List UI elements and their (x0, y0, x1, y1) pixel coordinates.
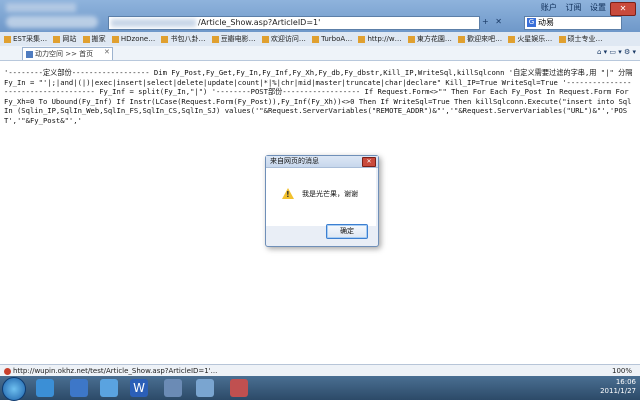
favorite-item[interactable]: 书包八卦… (161, 32, 205, 46)
word-icon[interactable]: W (130, 379, 148, 397)
explorer-icon[interactable] (36, 379, 54, 397)
search-box[interactable]: G 动易 (524, 16, 622, 30)
page-icon (161, 35, 169, 43)
favorite-item[interactable]: HDzone… (111, 32, 155, 46)
tab-home[interactable]: 动力空间 >> 首页 (22, 47, 113, 60)
app-icon[interactable] (230, 379, 248, 397)
page-icon (558, 35, 566, 43)
menu-settings[interactable]: 设置 (590, 3, 606, 12)
system-clock[interactable]: 16:06 2011/1/27 (600, 378, 636, 396)
folder-icon (4, 35, 11, 43)
address-text: /Article_Show.asp?ArticleID=1' (198, 18, 321, 27)
status-text: http://wupin.okhz.net/test/Article_Show.… (13, 367, 218, 375)
page-icon (312, 35, 320, 43)
start-button[interactable] (2, 377, 26, 401)
address-bar[interactable]: /Article_Show.asp?ArticleID=1' (108, 16, 480, 30)
browser-logo (6, 3, 76, 12)
address-blurred-domain (111, 18, 196, 27)
ie-icon[interactable] (100, 379, 118, 397)
search-engine-icon: G (527, 18, 536, 27)
clock-time: 16:06 (615, 378, 636, 386)
dialog-close-button[interactable]: ✕ (362, 157, 376, 167)
dialog-body: ! 我是光芒果，谢谢 (266, 168, 376, 226)
folder-icon (82, 35, 90, 43)
page-icon (111, 35, 119, 43)
page-icon (458, 35, 466, 43)
favorite-item[interactable]: 网站 (53, 32, 76, 46)
search-engine-label: 动易 (538, 18, 554, 27)
page-icon (407, 35, 415, 43)
address-buttons: + ✕ (482, 17, 502, 26)
menu-subscribe[interactable]: 订阅 (565, 3, 581, 12)
ok-button[interactable]: 确定 (326, 224, 368, 239)
browser-icon[interactable] (70, 379, 88, 397)
folder-icon (53, 35, 61, 43)
page-icon (508, 35, 516, 43)
tab-label: 动力空间 >> 首页 (35, 50, 94, 58)
favorite-item[interactable]: 搬家 (82, 32, 106, 46)
favorite-item[interactable]: 硕士专业… (558, 32, 603, 46)
page-code-text: '--------定义部份------------------ Dim Fy_P… (4, 68, 637, 125)
taskbar: W 16:06 2011/1/27 (0, 376, 640, 401)
favorite-item[interactable]: EST采集… (4, 32, 47, 46)
alert-dialog: 来自网页的消息 ✕ ! 我是光芒果，谢谢 确定 (265, 155, 379, 247)
favorite-item[interactable]: 火星娱乐… (508, 32, 552, 46)
page-icon (358, 35, 366, 43)
network-icon[interactable] (196, 379, 214, 397)
page-icon (211, 35, 219, 43)
back-forward-buttons[interactable] (6, 16, 98, 28)
window-close-button[interactable]: ✕ (610, 2, 636, 16)
favorite-item[interactable]: 豆瓣电影… (211, 32, 256, 46)
toolbar-icons[interactable]: ⌂ ▾ ▭ ▾ ⚙ ▾ (597, 48, 636, 56)
stop-button[interactable]: ✕ (495, 17, 502, 26)
tab-row: 动力空间 >> 首页 ✕ ⌂ ▾ ▭ ▾ ⚙ ▾ (0, 46, 640, 61)
favorite-item[interactable]: 歡迎來吧… (458, 32, 502, 46)
favorites-bar: EST采集… 网站 搬家 HDzone… 书包八卦… 豆瓣电影… 欢迎访问… T… (0, 32, 640, 47)
clock-date: 2011/1/27 (600, 387, 636, 395)
add-button[interactable]: + (482, 17, 489, 26)
page-icon (261, 35, 269, 43)
dialog-message: 我是光芒果，谢谢 (302, 190, 358, 198)
favorite-item[interactable]: 東方花園… (407, 32, 452, 46)
page-icon (26, 50, 33, 58)
favorite-item[interactable]: http://w… (358, 32, 402, 46)
media-icon[interactable] (164, 379, 182, 397)
menu-account[interactable]: 账户 (541, 3, 557, 12)
tab-close-icon[interactable]: ✕ (104, 48, 110, 56)
favorite-item[interactable]: TurboA… (312, 32, 352, 46)
browser-titlebar: 账户 订阅 设置 ✕ /Article_Show.asp?ArticleID=1… (0, 0, 640, 32)
menu-links: 账户 订阅 设置 (535, 2, 606, 13)
warning-icon: ! (282, 188, 294, 199)
error-icon (4, 367, 11, 375)
favorite-item[interactable]: 欢迎访问… (261, 32, 306, 46)
